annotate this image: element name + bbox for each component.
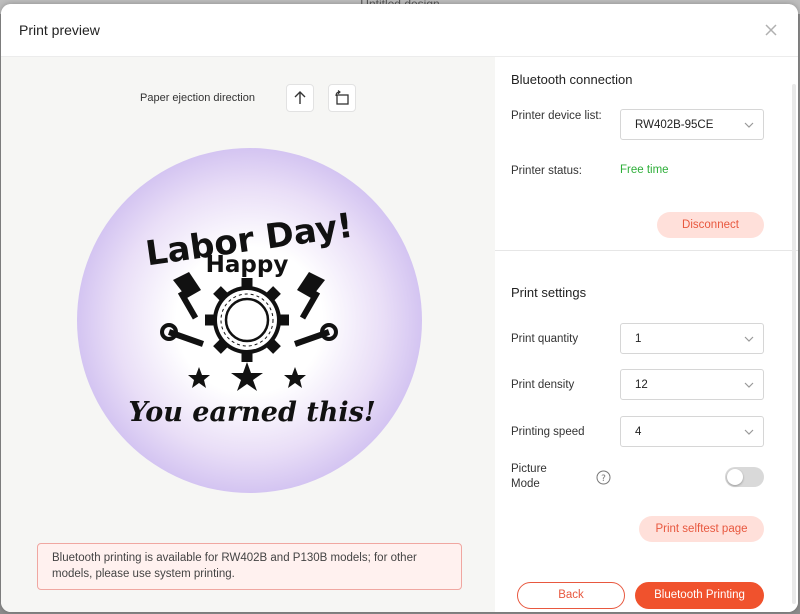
- chevron-down-icon: [744, 429, 754, 435]
- picture-mode-label: Picture Mode: [511, 463, 547, 490]
- printer-status-value: Free time: [620, 164, 669, 176]
- stars-icon: [188, 362, 306, 391]
- gear-icon: [205, 278, 289, 362]
- hammer-left-icon: [173, 272, 201, 320]
- toggle-knob: [727, 469, 743, 485]
- arrow-up-icon: [294, 91, 306, 104]
- device-select[interactable]: RW402B-95CE: [620, 109, 764, 140]
- bluetooth-section-title: Bluetooth connection: [511, 72, 633, 87]
- speed-value: 4: [635, 426, 642, 438]
- device-select-value: RW402B-95CE: [635, 119, 714, 131]
- label-preview-circle: Labor Day! Happy You earned this!: [77, 148, 422, 493]
- bluetooth-info-note: Bluetooth printing is available for RW40…: [37, 543, 462, 590]
- density-value: 12: [635, 379, 648, 391]
- wrench-right-icon: [294, 323, 338, 347]
- hammer-right-icon: [297, 272, 325, 320]
- print-preview-dialog: Print preview Paper ejection direction L…: [1, 4, 798, 612]
- speed-label: Printing speed: [511, 426, 585, 438]
- dialog-title: Print preview: [19, 22, 100, 38]
- settings-panel: Bluetooth connection Printer device list…: [495, 57, 798, 612]
- density-select[interactable]: 12: [620, 369, 764, 400]
- density-label: Print density: [511, 379, 575, 391]
- svg-text:?: ?: [601, 474, 606, 484]
- selftest-button[interactable]: Print selftest page: [639, 516, 764, 542]
- close-icon[interactable]: [761, 20, 781, 40]
- section-divider: [495, 250, 798, 251]
- chevron-down-icon: [744, 336, 754, 342]
- print-settings-title: Print settings: [511, 285, 587, 300]
- labor-day-artwork: Labor Day! Happy You earned this!: [128, 206, 375, 428]
- quantity-select[interactable]: 1: [620, 323, 764, 354]
- printer-status-label: Printer status:: [511, 165, 582, 177]
- dialog-header: Print preview: [1, 4, 798, 57]
- preview-panel: Paper ejection direction Labor Day! Happ…: [1, 57, 495, 612]
- scrollbar[interactable]: [792, 84, 796, 604]
- help-icon[interactable]: ?: [596, 470, 611, 485]
- chevron-down-icon: [744, 122, 754, 128]
- chevron-down-icon: [744, 382, 754, 388]
- picture-mode-toggle[interactable]: [725, 467, 764, 487]
- rotate-paper-icon: [335, 90, 349, 105]
- quantity-value: 1: [635, 333, 642, 345]
- quantity-label: Print quantity: [511, 333, 579, 345]
- eject-direction-label: Paper ejection direction: [140, 92, 255, 104]
- speed-select[interactable]: 4: [620, 416, 764, 447]
- back-button[interactable]: Back: [517, 582, 625, 609]
- disconnect-button[interactable]: Disconnect: [657, 212, 764, 238]
- device-list-label: Printer device list:: [511, 110, 602, 122]
- bluetooth-printing-button[interactable]: Bluetooth Printing: [635, 582, 764, 609]
- art-line-2: Happy: [206, 252, 289, 278]
- eject-up-button[interactable]: [286, 84, 314, 112]
- eject-rotate-button[interactable]: [328, 84, 356, 112]
- wrench-left-icon: [160, 323, 204, 347]
- art-line-3: You earned this!: [128, 397, 375, 428]
